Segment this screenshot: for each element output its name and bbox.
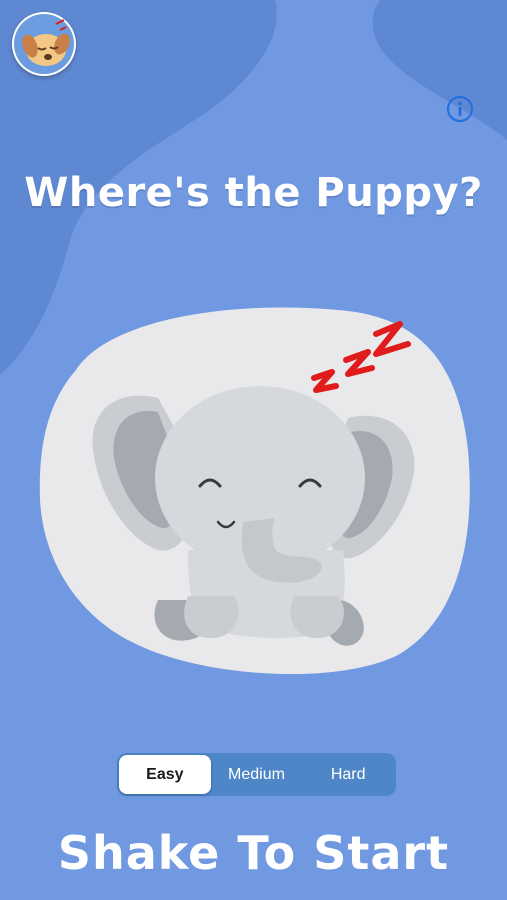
sleeping-puppy-icon: [14, 14, 74, 74]
difficulty-segmented-control[interactable]: Easy Medium Hard: [117, 753, 396, 796]
difficulty-option-hard[interactable]: Hard: [302, 755, 394, 794]
info-icon: [447, 96, 473, 122]
difficulty-option-medium[interactable]: Medium: [211, 755, 303, 794]
page-title: Where's the Puppy?: [24, 170, 483, 216]
avatar-button[interactable]: [12, 12, 76, 76]
info-button[interactable]: [446, 95, 474, 123]
shake-to-start-label: Shake To Start: [57, 826, 450, 880]
sleeping-elephant-illustration: [39, 307, 470, 675]
difficulty-option-easy[interactable]: Easy: [119, 755, 211, 794]
sleeping-elephant-scene: [38, 300, 470, 680]
